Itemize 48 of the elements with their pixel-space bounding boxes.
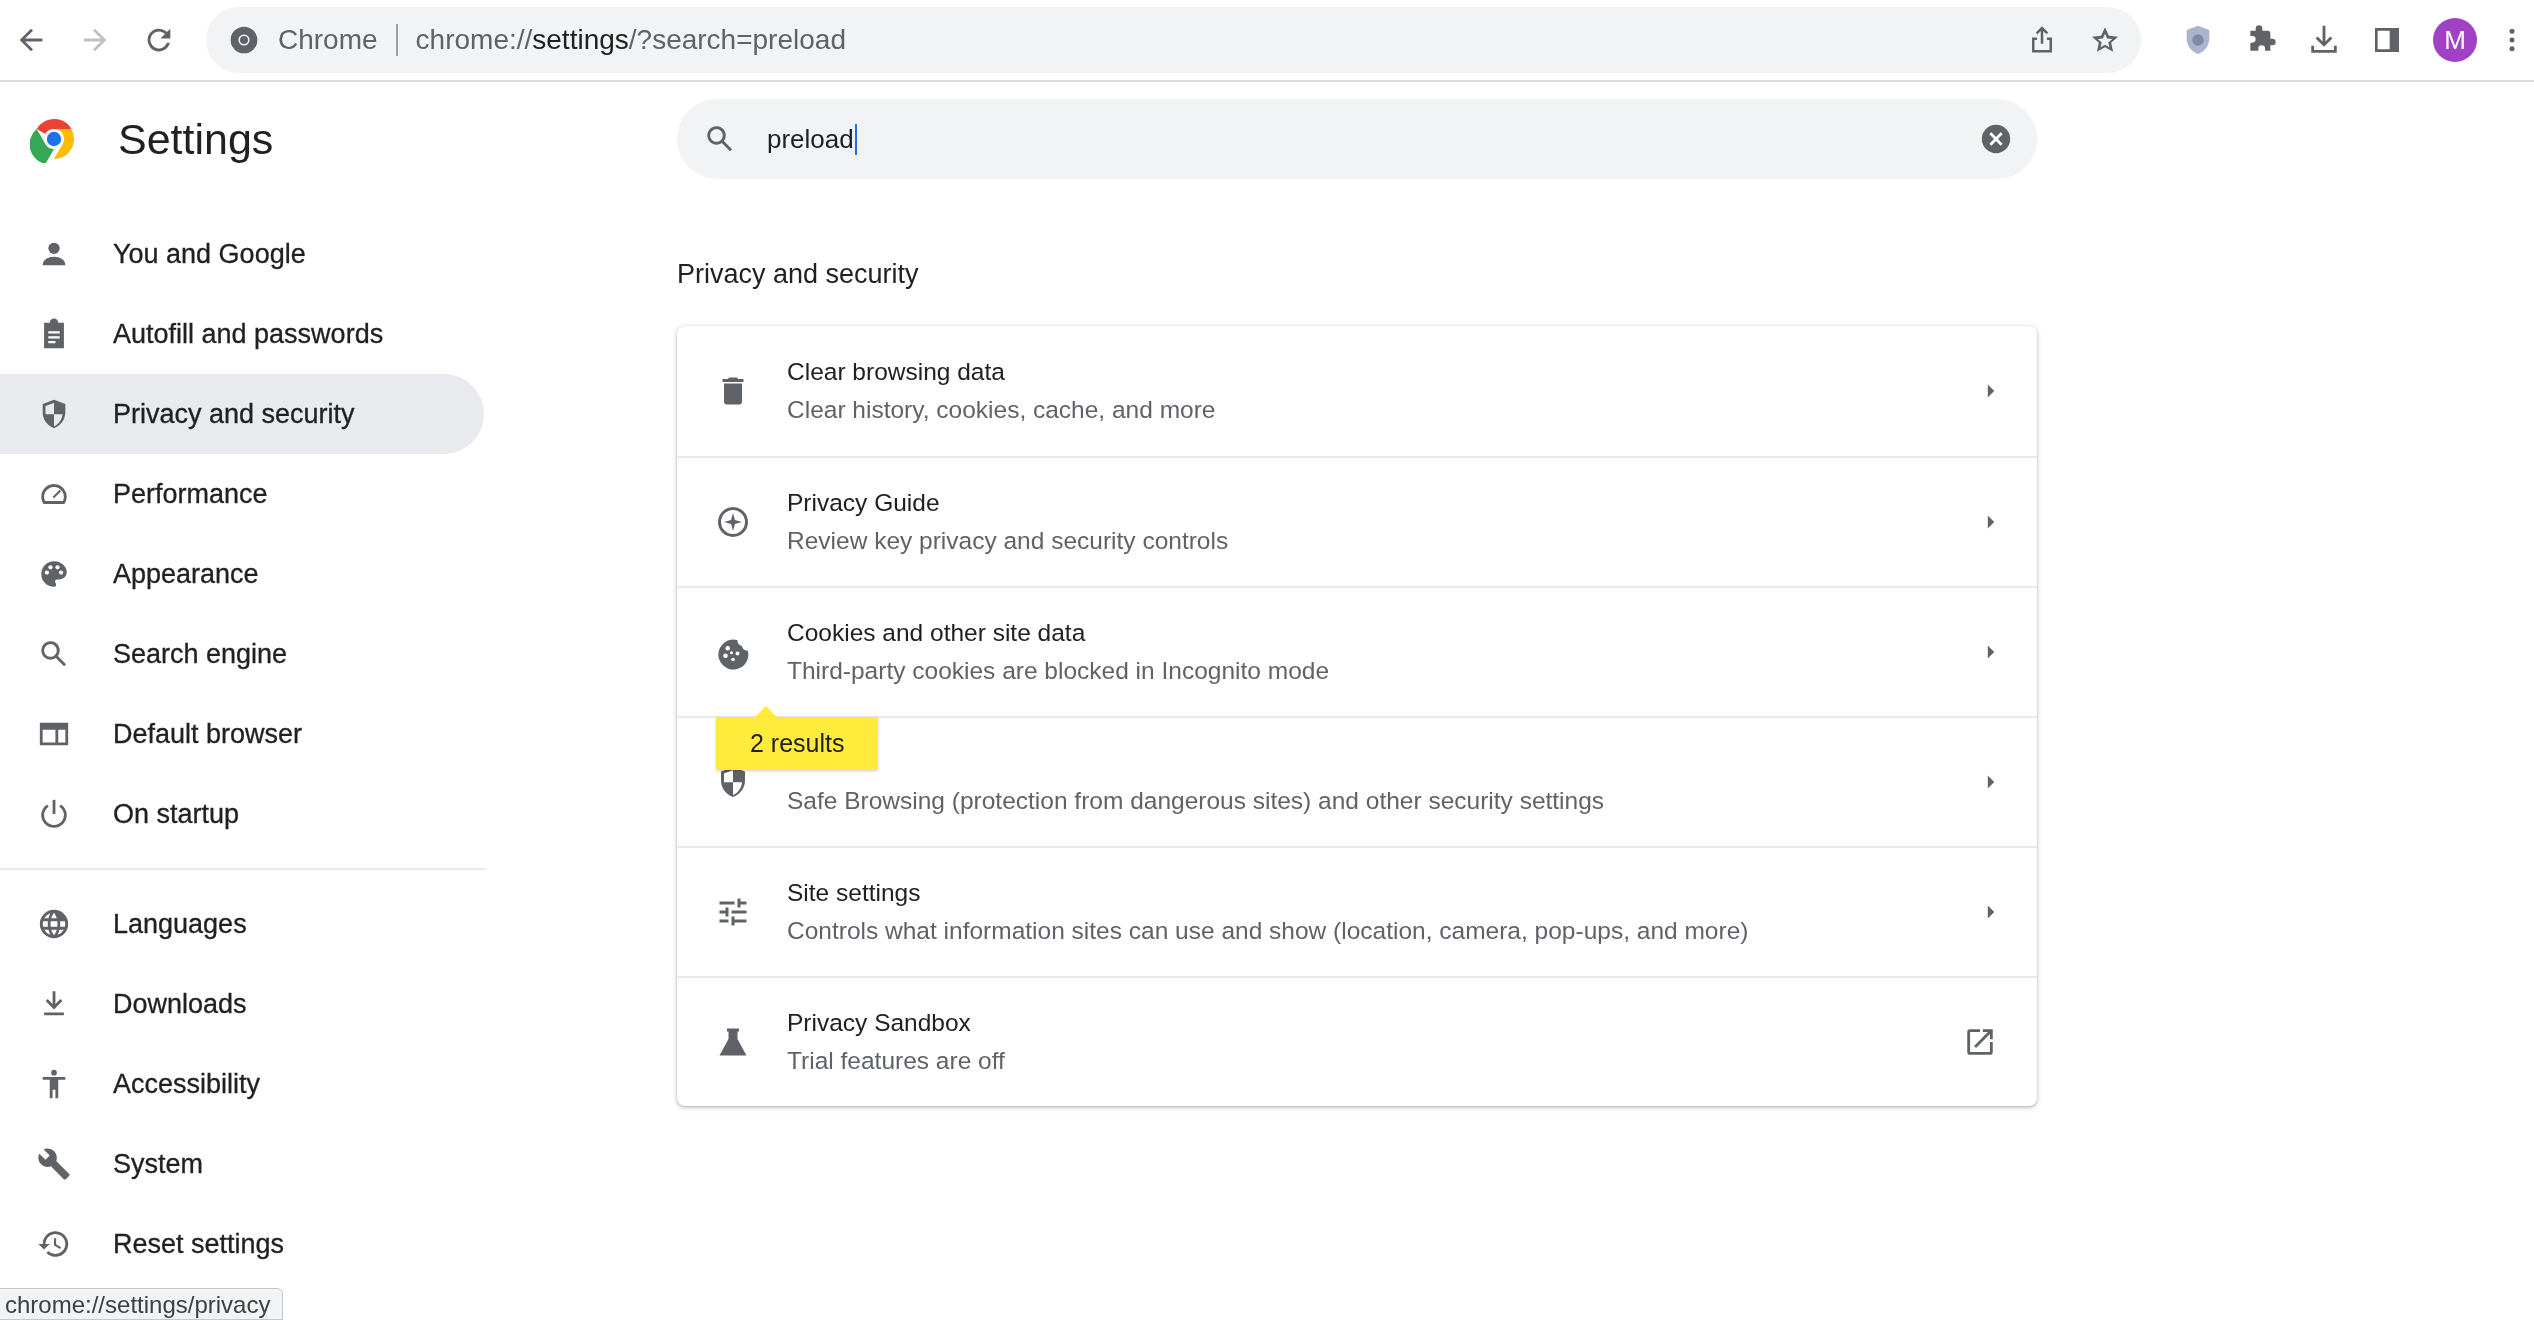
sidebar-item[interactable]: System: [0, 1124, 484, 1204]
row-subtitle: Safe Browsing (protection from dangerous sites) and other security settings: [787, 787, 1606, 815]
sidebar-item[interactable]: Search engine: [0, 614, 484, 694]
compass-icon: [715, 504, 751, 540]
settings-title: Settings: [118, 114, 274, 164]
chevron-right-icon: [1985, 903, 1997, 921]
settings-row[interactable]: Cookies and other site data Third-party cookies are blocked in Incognito mode: [677, 586, 2037, 716]
chevron-right-icon: [1985, 773, 1997, 791]
row-title: Privacy Sandbox: [787, 1009, 972, 1037]
chevron-right-icon: [1985, 382, 1997, 400]
row-title: Site settings: [787, 879, 922, 907]
sidebar-item[interactable]: On startup: [0, 774, 484, 854]
settings-row[interactable]: Privacy Guide Review key privacy and security controls: [677, 456, 2037, 586]
row-subtitle: Trial features are off: [787, 1047, 1006, 1075]
row-subtitle: Clear history, cookies, cache, and more: [787, 396, 1217, 424]
row-subtitle: Controls what information sites can use and show (location, camera, pop-ups, and more): [787, 917, 1750, 945]
row-subtitle: Third-party cookies are blocked in Incognito mode: [787, 657, 1330, 685]
settings-row[interactable]: Clear browsing data Clear history, cookies, cache, and more: [677, 326, 2037, 456]
chrome-icon: [228, 24, 260, 56]
row-title: Clear browsing data: [787, 358, 1006, 386]
row-title: Privacy Guide: [787, 489, 941, 517]
chevron-right-icon: [1985, 513, 1997, 531]
section-heading: Privacy and security: [677, 259, 920, 290]
globe-icon: [37, 907, 71, 941]
sidebar-item[interactable]: Appearance: [0, 534, 484, 614]
search-query[interactable]: preload: [767, 123, 857, 155]
settings-row[interactable]: Site settings Controls what information sites can use and show (location, camera, pop-ups, and more): [677, 846, 2037, 976]
sidebar-item[interactable]: Performance: [0, 454, 484, 534]
profile-avatar[interactable]: M: [2433, 18, 2477, 62]
search-field[interactable]: preload: [677, 99, 2037, 179]
sidebar-item[interactable]: You and Google: [0, 214, 484, 294]
url-text[interactable]: chrome://settings/?search=preload: [415, 24, 846, 56]
address-bar[interactable]: Chrome chrome://settings/?search=preload: [206, 7, 2141, 73]
clear-icon[interactable]: [1979, 122, 2013, 156]
row-subtitle: Review key privacy and security controls: [787, 527, 1230, 555]
site-chip[interactable]: Chrome: [278, 24, 378, 56]
sidebar-item[interactable]: Default browser: [0, 694, 484, 774]
sidebar-item[interactable]: Languages: [0, 884, 484, 964]
chevron-right-icon: [1985, 643, 1997, 661]
wrench-icon: [37, 1147, 71, 1181]
sidebar-item[interactable]: Privacy and security: [0, 374, 484, 454]
sidebar-item[interactable]: Autofill and passwords: [0, 294, 484, 374]
sidebar-item[interactable]: Accessibility: [0, 1044, 484, 1124]
row-title: Cookies and other site data: [787, 619, 1087, 647]
status-url: chrome://settings/privacy: [0, 1288, 284, 1320]
settings-row[interactable]: Privacy Sandbox Trial features are off: [677, 976, 2037, 1106]
sidebar-item[interactable]: Downloads: [0, 964, 484, 1044]
sidebar-item[interactable]: Reset settings: [0, 1204, 484, 1284]
